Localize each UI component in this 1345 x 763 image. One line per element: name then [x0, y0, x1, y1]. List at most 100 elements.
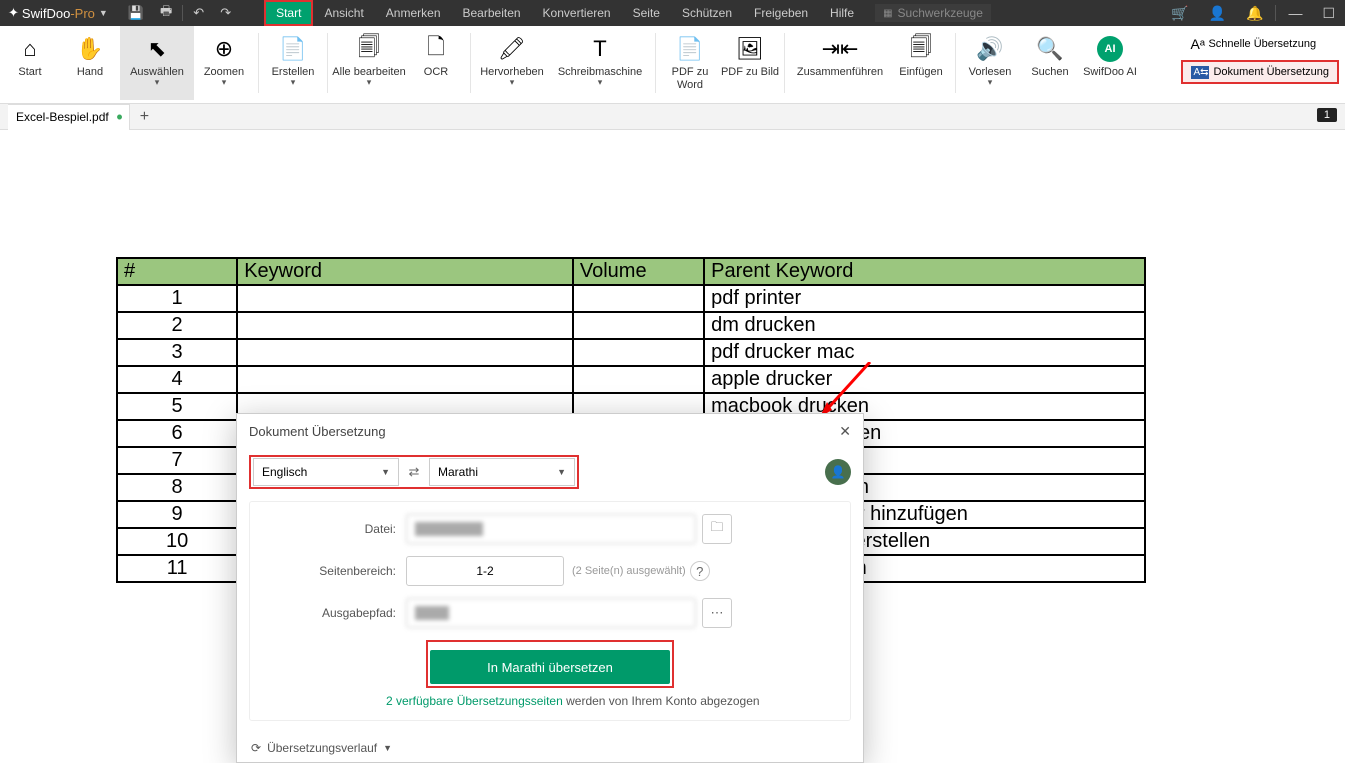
menu-start[interactable]: Start [264, 0, 313, 26]
pages-hint: (2 Seite(n) ausgewählt) [572, 565, 686, 577]
ribbon-hand[interactable]: ✋Hand [60, 26, 120, 100]
close-icon[interactable]: ✕ [839, 423, 851, 440]
fast-translate-button[interactable]: AᵃSchnelle Übersetzung [1181, 32, 1339, 56]
separator [1275, 5, 1276, 21]
translate-button-highlight: In Marathi übersetzen [426, 640, 674, 688]
ribbon-zoom[interactable]: ⊕Zoomen▾ [194, 26, 254, 100]
browse-output-button[interactable]: ⋯ [702, 598, 732, 628]
user-icon[interactable]: 👤 [1199, 5, 1236, 22]
edit-all-icon: 🗐 [358, 34, 380, 64]
output-input[interactable] [406, 598, 696, 628]
menu-ansicht[interactable]: Ansicht [313, 0, 374, 26]
header-num: # [117, 258, 237, 285]
undo-icon[interactable]: ↶ [185, 5, 212, 21]
bell-icon[interactable]: 🔔 [1236, 5, 1273, 22]
cursor-icon: ⬉ [148, 34, 166, 64]
grid-icon: ▦ [883, 8, 892, 19]
ribbon-select[interactable]: ⬉Auswählen▾ [120, 26, 194, 100]
avatar[interactable]: 👤 [825, 459, 851, 485]
ribbon-search[interactable]: 🔍Suchen [1020, 26, 1080, 100]
table-cell [237, 366, 573, 393]
chevron-down-icon: ▾ [988, 77, 993, 88]
browse-file-button[interactable]: 🗀 [702, 514, 732, 544]
separator [327, 33, 328, 93]
table-cell: 6 [117, 420, 237, 447]
quota-text: 2 verfügbare Übersetzungsseiten werden v… [386, 694, 834, 708]
chevron-down-icon: ▾ [367, 77, 372, 88]
ribbon-typewriter[interactable]: TSchreibmaschine▾ [549, 26, 651, 100]
menu-anmerken[interactable]: Anmerken [375, 0, 452, 26]
ribbon-merge[interactable]: ⇥⇤Zusammenführen [789, 26, 891, 100]
ribbon-create[interactable]: 📄Erstellen▾ [263, 26, 323, 100]
output-row: Ausgabepfad: ⋯ [266, 598, 834, 628]
menu-bearbeiten[interactable]: Bearbeiten [452, 0, 532, 26]
menu-seite[interactable]: Seite [622, 0, 671, 26]
save-icon[interactable]: 💾 [120, 5, 152, 21]
table-cell [237, 312, 573, 339]
table-row: 3 pdf drucker mac [117, 339, 1145, 366]
redo-icon[interactable]: ↷ [212, 5, 239, 21]
file-input[interactable] [406, 514, 696, 544]
pdf-img-icon: 🖼 [736, 34, 764, 64]
ribbon-edit-all[interactable]: 🗐Alle bearbeiten▾ [332, 26, 406, 100]
doc-translate-button[interactable]: A⇆Dokument Übersetzung [1181, 60, 1339, 84]
print-icon[interactable]: 🖶 [152, 2, 180, 24]
menu-freigeben[interactable]: Freigeben [743, 0, 819, 26]
language-highlight: Englisch▼ ⇄ Marathi▼ [249, 455, 579, 489]
help-icon[interactable]: ? [690, 561, 710, 581]
search-tools-input[interactable]: ▦ Suchwerkzeuge [875, 4, 991, 22]
table-cell [237, 339, 573, 366]
maximize-icon[interactable]: ☐ [1312, 5, 1345, 22]
table-cell: 5 [117, 393, 237, 420]
menu-schuetzen[interactable]: Schützen [671, 0, 743, 26]
ribbon-ocr[interactable]: 🗋OCR [406, 26, 466, 100]
ribbon-read[interactable]: 🔊Vorlesen▾ [960, 26, 1020, 100]
ribbon-insert[interactable]: 🗐Einfügen [891, 26, 951, 100]
chevron-down-icon: ▾ [222, 77, 227, 88]
dialog-title: Dokument Übersetzung [249, 424, 386, 439]
translate-button[interactable]: In Marathi übersetzen [430, 650, 670, 684]
table-cell: 1 [117, 285, 237, 312]
table-cell: pdf drucker mac [704, 339, 1145, 366]
chevron-down-icon: ▼ [381, 467, 390, 477]
document-tab[interactable]: Excel-Bespiel.pdf • [8, 104, 130, 130]
chevron-down-icon: ▾ [510, 77, 515, 88]
ribbon-highlight[interactable]: 🖍Hervorheben▾ [475, 26, 549, 100]
insert-icon: 🗐 [910, 34, 932, 64]
menu-hilfe[interactable]: Hilfe [819, 0, 865, 26]
minimize-icon[interactable]: — [1278, 5, 1312, 21]
dialog-header: Dokument Übersetzung ✕ [237, 414, 863, 449]
header-parent: Parent Keyword [704, 258, 1145, 285]
table-cell: 3 [117, 339, 237, 366]
tabbar: Excel-Bespiel.pdf • + 1 [0, 104, 1345, 130]
zoom-icon: ⊕ [215, 34, 233, 64]
new-tab-button[interactable]: + [130, 108, 159, 126]
ribbon-start[interactable]: ⌂Start [0, 26, 60, 100]
table-cell: dm drucken [704, 312, 1145, 339]
menu-konvertieren[interactable]: Konvertieren [532, 0, 622, 26]
cart-icon[interactable]: 🛒 [1161, 5, 1198, 22]
lang-to-select[interactable]: Marathi▼ [429, 458, 575, 486]
lang-from-select[interactable]: Englisch▼ [253, 458, 399, 486]
ai-icon: AI [1097, 34, 1123, 64]
app-dropdown-icon[interactable]: ▼ [95, 8, 112, 18]
ribbon-ai[interactable]: AISwifDoo AI [1080, 26, 1140, 100]
pages-input[interactable] [406, 556, 564, 586]
table-cell: 7 [117, 447, 237, 474]
ribbon-pdf-word[interactable]: 📄PDF zu Word [660, 26, 720, 100]
highlight-icon: 🖍 [498, 34, 526, 64]
header-volume: Volume [573, 258, 704, 285]
header-keyword: Keyword [237, 258, 573, 285]
file-label: Datei: [266, 522, 406, 536]
quota-link[interactable]: 2 verfügbare Übersetzungsseiten [386, 694, 563, 708]
history-button[interactable]: ⟳ Übersetzungsverlauf ▼ [237, 733, 863, 763]
table-cell [237, 285, 573, 312]
app-name: SwifDoo [22, 6, 70, 21]
ribbon-pdf-img[interactable]: 🖼PDF zu Bild [720, 26, 780, 100]
table-cell: 4 [117, 366, 237, 393]
file-row: Datei: 🗀 [266, 514, 834, 544]
home-icon: ⌂ [23, 34, 36, 64]
table-cell [573, 366, 704, 393]
swap-icon[interactable]: ⇄ [399, 464, 429, 480]
table-cell [573, 312, 704, 339]
